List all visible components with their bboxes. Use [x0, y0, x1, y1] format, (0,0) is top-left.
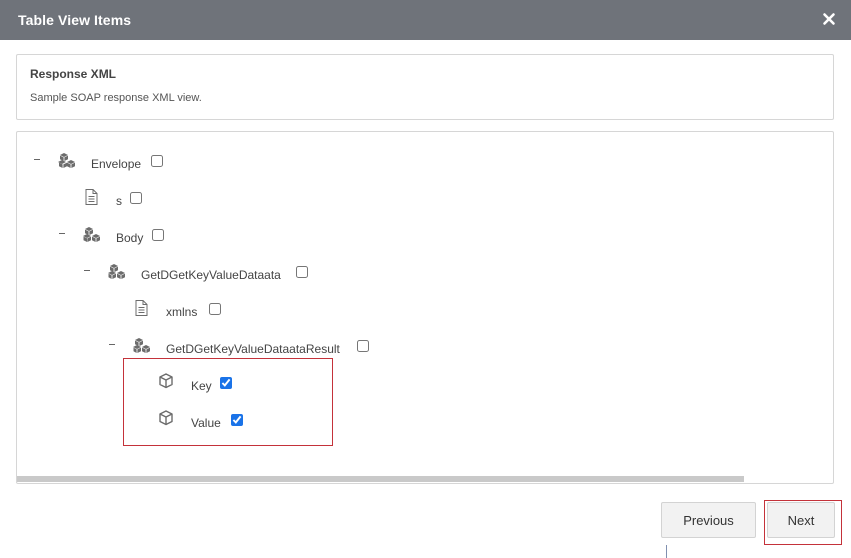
collapse-toggle-getdgetkeyvaluedataataresult[interactable]	[108, 340, 118, 350]
response-info-panel: Response XML Sample SOAP response XML vi…	[16, 54, 834, 120]
close-icon	[823, 13, 835, 25]
collapse-toggle-body[interactable]	[58, 229, 68, 239]
cubes-icon	[133, 338, 150, 353]
tree-node-checkbox-getdgetkeyvaluedataata[interactable]	[296, 266, 308, 278]
table-view-items-dialog: Table View Items Response XML Sample SOA…	[0, 0, 851, 558]
panel-heading: Response XML	[30, 67, 117, 81]
tree-node-s: s	[17, 189, 417, 211]
tree-node-checkbox-body[interactable]	[152, 229, 164, 241]
selection-highlight	[123, 358, 333, 446]
tree-node-label: s	[116, 194, 122, 208]
cubes-icon	[58, 153, 75, 168]
tree-node-getdgetkeyvaluedataataresult: GetDGetKeyValueDataataResult	[17, 337, 437, 359]
dialog-titlebar: Table View Items	[0, 0, 851, 40]
tree-node-xmlns: xmlns	[17, 300, 417, 322]
document-icon	[85, 189, 98, 205]
previous-button[interactable]: Previous	[661, 502, 756, 538]
tree-node-checkbox-s[interactable]	[130, 192, 142, 204]
horizontal-scrollbar[interactable]	[17, 476, 744, 482]
cubes-icon	[108, 264, 125, 279]
cubes-icon	[83, 227, 100, 242]
panel-description: Sample SOAP response XML view.	[30, 92, 202, 104]
tree-node-getdgetkeyvaluedataata: GetDGetKeyValueDataata	[17, 263, 417, 285]
tree-node-label: xmlns	[166, 305, 198, 319]
tree-node-label: GetDGetKeyValueDataata	[141, 268, 281, 282]
document-icon	[135, 300, 148, 316]
tree-node-checkbox-getdgetkeyvaluedataataresult[interactable]	[357, 340, 369, 352]
collapse-toggle-envelope[interactable]	[33, 155, 43, 165]
tree-node-label: GetDGetKeyValueDataataResult	[166, 342, 340, 356]
divider-line	[666, 545, 667, 558]
tree-node-body: Body	[17, 226, 417, 248]
dialog-title: Table View Items	[18, 12, 132, 28]
tree-node-checkbox-xmlns[interactable]	[209, 303, 221, 315]
tree-node-checkbox-envelope[interactable]	[151, 155, 163, 167]
tree-node-envelope: Envelope	[17, 152, 417, 174]
tree-node-label: Envelope	[91, 157, 142, 171]
tree-node-label: Body	[116, 231, 144, 245]
next-button-highlight	[764, 500, 842, 545]
collapse-toggle-getdgetkeyvaluedataata[interactable]	[83, 266, 93, 276]
close-button[interactable]	[819, 9, 839, 29]
